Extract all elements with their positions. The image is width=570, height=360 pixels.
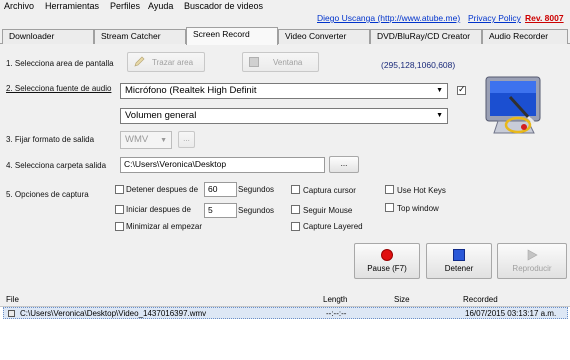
capture-layered-label: Capture Layered [303, 222, 363, 231]
tab-video-converter[interactable]: Video Converter [278, 29, 370, 44]
format-value: WMV [125, 134, 149, 145]
tab-stream-catcher[interactable]: Stream Catcher [94, 29, 186, 44]
pause-label: Pause (F7) [367, 264, 407, 273]
audio-volume-value: Volumen general [125, 110, 197, 121]
format-label: 3. Fijar formato de salida [6, 135, 95, 144]
ventana-label: Ventana [273, 58, 303, 67]
browse-folder-button[interactable]: ... [329, 156, 359, 173]
chevron-down-icon: ▼ [160, 137, 167, 144]
start-after-checkbox[interactable] [115, 205, 124, 214]
stop-units-label: Segundos [238, 185, 275, 194]
play-button[interactable]: Reproducir [497, 243, 567, 279]
monitor-icon [484, 75, 546, 141]
top-window-label: Top window [397, 204, 439, 213]
follow-mouse-checkbox[interactable] [291, 205, 300, 214]
menu-perfiles[interactable]: Perfiles [110, 1, 140, 11]
stop-after-input[interactable]: 60 [204, 182, 237, 197]
column-file[interactable]: File [6, 295, 19, 304]
top-window-checkbox[interactable] [385, 203, 394, 212]
audio-label: 2. Selecciona fuente de audio [6, 84, 112, 93]
start-after-input[interactable]: 5 [204, 203, 237, 218]
tab-audio-recorder[interactable]: Audio Recorder [482, 29, 568, 44]
hot-keys-label: Use Hot Keys [397, 186, 446, 195]
menu-herramientas[interactable]: Herramientas [45, 1, 99, 11]
file-table-header: File Length Size Recorded [0, 291, 570, 307]
start-units-label: Segundos [238, 206, 275, 215]
column-length[interactable]: Length [323, 295, 347, 304]
play-label: Reproducir [512, 264, 552, 273]
format-select[interactable]: WMV ▼ [120, 131, 172, 149]
follow-mouse-label: Seguir Mouse [303, 206, 353, 215]
trazar-area-label: Trazar area [152, 58, 194, 67]
stop-after-label: Detener despues de [126, 185, 199, 194]
window-icon [249, 57, 259, 67]
audio-device-value: Micrófono (Realtek High Definit [125, 85, 257, 96]
stop-button[interactable]: Detener [426, 243, 492, 279]
row-file: C:\Users\Veronica\Desktop\Video_14370163… [20, 309, 207, 318]
area-coordinates: (295,128,1060,608) [381, 60, 456, 70]
pause-button[interactable]: Pause (F7) [354, 243, 420, 279]
audio-volume-select[interactable]: Volumen general ▼ [120, 108, 448, 124]
table-row[interactable]: C:\Users\Veronica\Desktop\Video_14370163… [3, 307, 568, 319]
chevron-down-icon: ▼ [436, 112, 443, 119]
capture-options-label: 5. Opciones de captura [6, 190, 89, 199]
pencil-icon [133, 56, 145, 68]
column-recorded[interactable]: Recorded [463, 295, 498, 304]
tab-screen-record[interactable]: Screen Record [186, 27, 278, 45]
menu-buscador-videos[interactable]: Buscador de videos [184, 1, 263, 11]
folder-label: 4. Selecciona carpeta salida [6, 161, 107, 170]
start-after-label: Iniciar despues de [126, 205, 191, 214]
privacy-policy-link[interactable]: Privacy Policy [468, 13, 521, 23]
hot-keys-checkbox[interactable] [385, 185, 394, 194]
minimize-label: Minimizar al empezar [126, 222, 203, 231]
stop-after-checkbox[interactable] [115, 185, 124, 194]
capture-layered-checkbox[interactable] [291, 222, 300, 231]
audio-enable-checkbox[interactable] [457, 84, 466, 95]
tab-downloader[interactable]: Downloader [2, 29, 94, 44]
audio-device-select[interactable]: Micrófono (Realtek High Definit ▼ [120, 83, 448, 99]
minimize-checkbox[interactable] [115, 222, 124, 231]
play-icon [526, 249, 538, 261]
area-label: 1. Selecciona area de pantalla [6, 59, 114, 68]
capture-cursor-checkbox[interactable] [291, 185, 300, 194]
record-icon [381, 249, 393, 261]
stop-label: Detener [444, 264, 474, 273]
tab-dvd-creator[interactable]: DVD/BluRay/CD Creator [370, 29, 482, 44]
column-size[interactable]: Size [394, 295, 410, 304]
capture-cursor-label: Captura cursor [303, 186, 356, 195]
row-length: --:--:-- [326, 309, 347, 318]
revision-link[interactable]: Rev. 8007 [525, 13, 564, 23]
trazar-area-button[interactable]: Trazar area [127, 52, 205, 72]
output-folder-field[interactable]: C:\Users\Veronica\Desktop [120, 157, 325, 173]
format-options-button[interactable]: ... [178, 131, 195, 148]
menu-bar: Archivo Herramientas Perfiles Ayuda Busc… [0, 0, 570, 12]
file-icon [8, 310, 15, 317]
stop-icon [453, 249, 465, 261]
ventana-button[interactable]: Ventana [242, 52, 319, 72]
menu-ayuda[interactable]: Ayuda [148, 1, 173, 11]
author-link[interactable]: Diego Uscanga (http://www.atube.me) [317, 13, 460, 23]
menu-archivo[interactable]: Archivo [4, 1, 34, 11]
chevron-down-icon: ▼ [436, 87, 443, 94]
row-recorded: 16/07/2015 03:13:17 a.m. [465, 309, 557, 318]
